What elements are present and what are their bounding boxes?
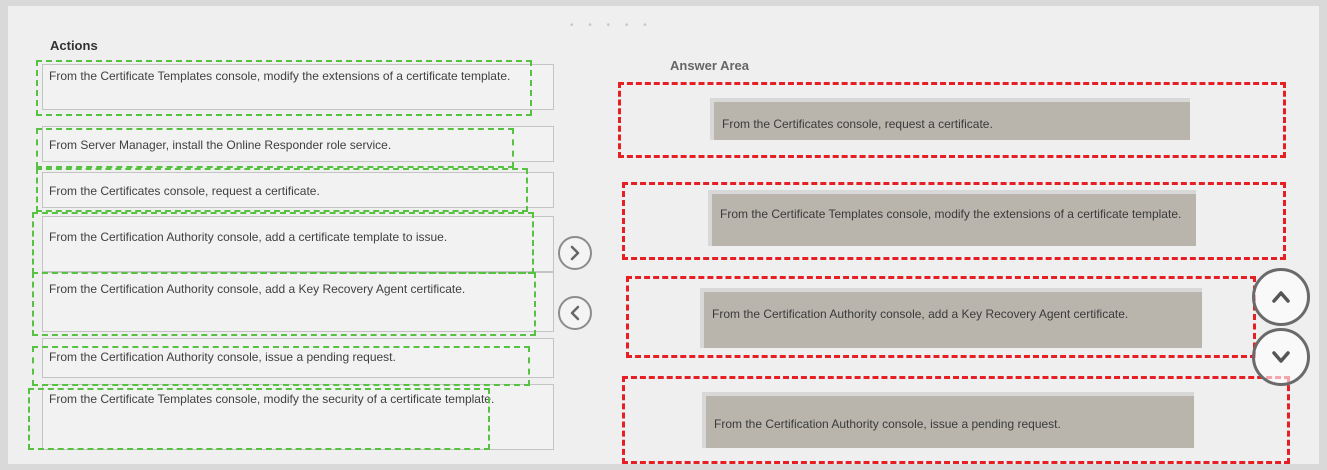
move-up-button[interactable] (1252, 268, 1310, 326)
move-left-button[interactable] (558, 296, 592, 330)
action-item[interactable]: From the Certificate Templates console, … (42, 384, 554, 450)
move-right-button[interactable] (558, 236, 592, 270)
action-item[interactable]: From the Certificate Templates console, … (42, 64, 554, 110)
move-down-button[interactable] (1252, 328, 1310, 386)
action-item[interactable]: From the Certification Authority console… (42, 272, 554, 332)
chevron-left-icon (570, 305, 580, 321)
answer-item[interactable]: From the Certificates console, request a… (710, 98, 1190, 140)
chevron-up-icon (1272, 291, 1290, 303)
answer-area-heading: Answer Area (670, 58, 749, 73)
answer-item[interactable]: From the Certification Authority console… (700, 288, 1202, 348)
drag-drop-question: • • • • • Actions Answer Area From the C… (8, 6, 1319, 464)
action-item[interactable]: From the Certificates console, request a… (42, 172, 554, 208)
chevron-down-icon (1272, 351, 1290, 363)
progress-dots: • • • • • (570, 20, 653, 31)
action-item[interactable]: From Server Manager, install the Online … (42, 126, 554, 162)
actions-heading: Actions (50, 38, 98, 53)
chevron-right-icon (570, 245, 580, 261)
action-item[interactable]: From the Certification Authority console… (42, 338, 554, 378)
answer-item[interactable]: From the Certification Authority console… (702, 392, 1194, 448)
answer-item[interactable]: From the Certificate Templates console, … (708, 190, 1196, 246)
action-item[interactable]: From the Certification Authority console… (42, 216, 554, 272)
